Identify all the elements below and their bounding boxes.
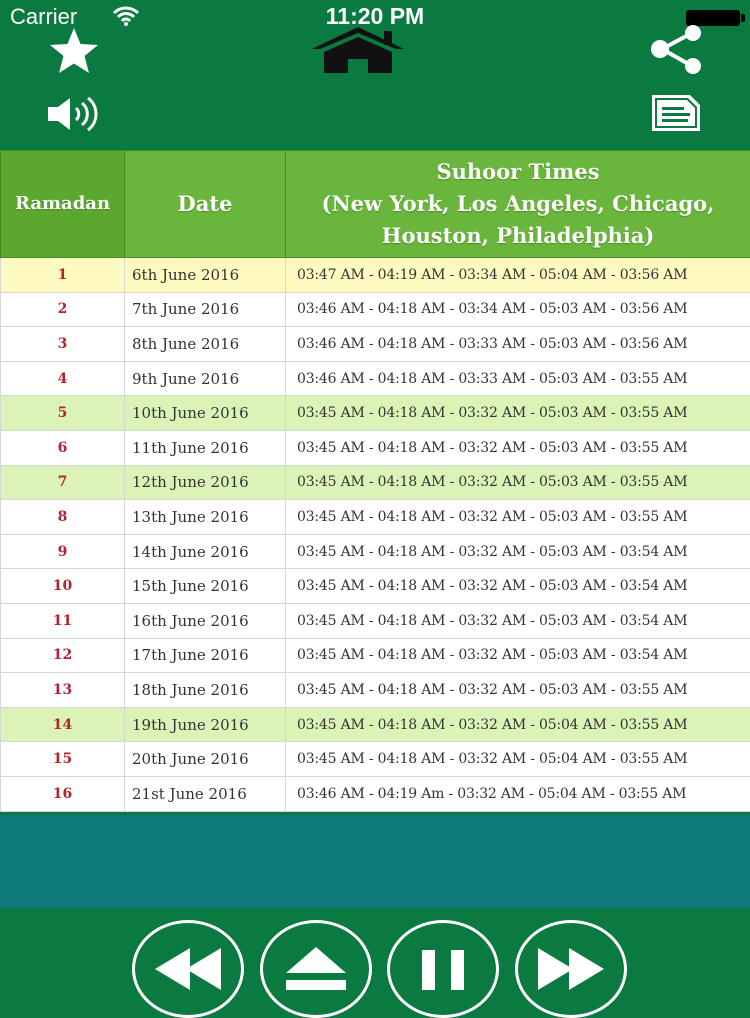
player-controls bbox=[0, 908, 750, 1000]
table-row: 510th June 201603:45 AM - 04:18 AM - 03:… bbox=[1, 396, 750, 431]
date-cell: 17th June 2016 bbox=[125, 638, 286, 673]
times-cell: 03:45 AM - 04:18 AM - 03:32 AM - 05:03 A… bbox=[286, 534, 750, 569]
day-cell: 14 bbox=[1, 707, 125, 742]
table-row: 1318th June 201603:45 AM - 04:18 AM - 03… bbox=[1, 673, 750, 708]
day-cell: 13 bbox=[1, 673, 125, 708]
table-row: 611th June 201603:45 AM - 04:18 AM - 03:… bbox=[1, 430, 750, 465]
date-cell: 9th June 2016 bbox=[125, 361, 286, 396]
date-cell: 8th June 2016 bbox=[125, 327, 286, 362]
table-row: 813th June 201603:45 AM - 04:18 AM - 03:… bbox=[1, 500, 750, 535]
table-row: 38th June 201603:46 AM - 04:18 AM - 03:3… bbox=[1, 327, 750, 362]
date-cell: 12th June 2016 bbox=[125, 465, 286, 500]
day-cell: 8 bbox=[1, 500, 125, 535]
date-cell: 20th June 2016 bbox=[125, 742, 286, 777]
share-icon[interactable] bbox=[648, 25, 706, 75]
date-cell: 16th June 2016 bbox=[125, 603, 286, 638]
document-icon[interactable] bbox=[649, 92, 703, 134]
table-row: 1520th June 201603:45 AM - 04:18 AM - 03… bbox=[1, 742, 750, 777]
day-cell: 3 bbox=[1, 327, 125, 362]
speaker-icon[interactable] bbox=[45, 96, 101, 132]
table-row: 1419th June 201603:45 AM - 04:18 AM - 03… bbox=[1, 707, 750, 742]
table-row: 16th June 201603:47 AM - 04:19 AM - 03:3… bbox=[1, 258, 750, 293]
table-row: 914th June 201603:45 AM - 04:18 AM - 03:… bbox=[1, 534, 750, 569]
rewind-button[interactable] bbox=[132, 920, 244, 1018]
date-cell: 13th June 2016 bbox=[125, 500, 286, 535]
times-cell: 03:45 AM - 04:18 AM - 03:32 AM - 05:03 A… bbox=[286, 500, 750, 535]
eject-button[interactable] bbox=[260, 920, 372, 1018]
battery-icon bbox=[686, 10, 740, 26]
times-cell: 03:46 AM - 04:19 Am - 03:32 AM - 05:04 A… bbox=[286, 776, 750, 811]
day-cell: 11 bbox=[1, 603, 125, 638]
date-cell: 11th June 2016 bbox=[125, 430, 286, 465]
day-cell: 12 bbox=[1, 638, 125, 673]
day-cell: 15 bbox=[1, 742, 125, 777]
times-cell: 03:45 AM - 04:18 AM - 03:32 AM - 05:04 A… bbox=[286, 742, 750, 777]
date-cell: 7th June 2016 bbox=[125, 292, 286, 327]
date-column-header: Date bbox=[125, 151, 286, 258]
times-cell: 03:45 AM - 04:18 AM - 03:32 AM - 05:03 A… bbox=[286, 430, 750, 465]
day-cell: 6 bbox=[1, 430, 125, 465]
day-cell: 9 bbox=[1, 534, 125, 569]
date-cell: 21st June 2016 bbox=[125, 776, 286, 811]
day-cell: 2 bbox=[1, 292, 125, 327]
times-header-line3: Houston, Philadelphia) bbox=[286, 220, 750, 252]
suhoor-times-table: Ramadan Date Suhoor Times (New York, Los… bbox=[0, 150, 750, 812]
table-row: 1217th June 201603:45 AM - 04:18 AM - 03… bbox=[1, 638, 750, 673]
day-cell: 1 bbox=[1, 258, 125, 293]
times-cell: 03:45 AM - 04:18 AM - 03:32 AM - 05:03 A… bbox=[286, 396, 750, 431]
table-row: 27th June 201603:46 AM - 04:18 AM - 03:3… bbox=[1, 292, 750, 327]
times-cell: 03:45 AM - 04:18 AM - 03:32 AM - 05:03 A… bbox=[286, 569, 750, 604]
times-cell: 03:45 AM - 04:18 AM - 03:32 AM - 05:03 A… bbox=[286, 465, 750, 500]
table-row: 1621st June 201603:46 AM - 04:19 Am - 03… bbox=[1, 776, 750, 811]
home-icon[interactable] bbox=[308, 25, 408, 75]
pause-icon bbox=[390, 923, 496, 1015]
table-row: 1116th June 201603:45 AM - 04:18 AM - 03… bbox=[1, 603, 750, 638]
content-spacer bbox=[0, 815, 750, 908]
day-cell: 16 bbox=[1, 776, 125, 811]
times-header-line1: Suhoor Times bbox=[286, 156, 750, 188]
date-cell: 15th June 2016 bbox=[125, 569, 286, 604]
times-column-header: Suhoor Times (New York, Los Angeles, Chi… bbox=[286, 151, 750, 258]
times-cell: 03:45 AM - 04:18 AM - 03:32 AM - 05:04 A… bbox=[286, 707, 750, 742]
table-header-row: Ramadan Date Suhoor Times (New York, Los… bbox=[1, 151, 750, 258]
times-cell: 03:47 AM - 04:19 AM - 03:34 AM - 05:04 A… bbox=[286, 258, 750, 293]
table-row: 49th June 201603:46 AM - 04:18 AM - 03:3… bbox=[1, 361, 750, 396]
times-cell: 03:46 AM - 04:18 AM - 03:33 AM - 05:03 A… bbox=[286, 327, 750, 362]
day-cell: 10 bbox=[1, 569, 125, 604]
times-cell: 03:46 AM - 04:18 AM - 03:33 AM - 05:03 A… bbox=[286, 361, 750, 396]
eject-icon bbox=[263, 923, 369, 1015]
times-cell: 03:45 AM - 04:18 AM - 03:32 AM - 05:03 A… bbox=[286, 638, 750, 673]
times-cell: 03:46 AM - 04:18 AM - 03:34 AM - 05:03 A… bbox=[286, 292, 750, 327]
fast-forward-icon bbox=[518, 923, 624, 1015]
day-cell: 4 bbox=[1, 361, 125, 396]
star-icon[interactable] bbox=[47, 27, 101, 75]
ramadan-column-header: Ramadan bbox=[1, 151, 125, 258]
day-cell: 7 bbox=[1, 465, 125, 500]
rewind-icon bbox=[135, 923, 241, 1015]
date-cell: 6th June 2016 bbox=[125, 258, 286, 293]
fast-forward-button[interactable] bbox=[515, 920, 627, 1018]
times-cell: 03:45 AM - 04:18 AM - 03:32 AM - 05:03 A… bbox=[286, 673, 750, 708]
day-cell: 5 bbox=[1, 396, 125, 431]
date-cell: 19th June 2016 bbox=[125, 707, 286, 742]
times-cell: 03:45 AM - 04:18 AM - 03:32 AM - 05:03 A… bbox=[286, 603, 750, 638]
table-row: 712th June 201603:45 AM - 04:18 AM - 03:… bbox=[1, 465, 750, 500]
times-header-line2: (New York, Los Angeles, Chicago, bbox=[286, 188, 750, 220]
date-cell: 14th June 2016 bbox=[125, 534, 286, 569]
date-cell: 10th June 2016 bbox=[125, 396, 286, 431]
pause-button[interactable] bbox=[387, 920, 499, 1018]
table-row: 1015th June 201603:45 AM - 04:18 AM - 03… bbox=[1, 569, 750, 604]
date-cell: 18th June 2016 bbox=[125, 673, 286, 708]
